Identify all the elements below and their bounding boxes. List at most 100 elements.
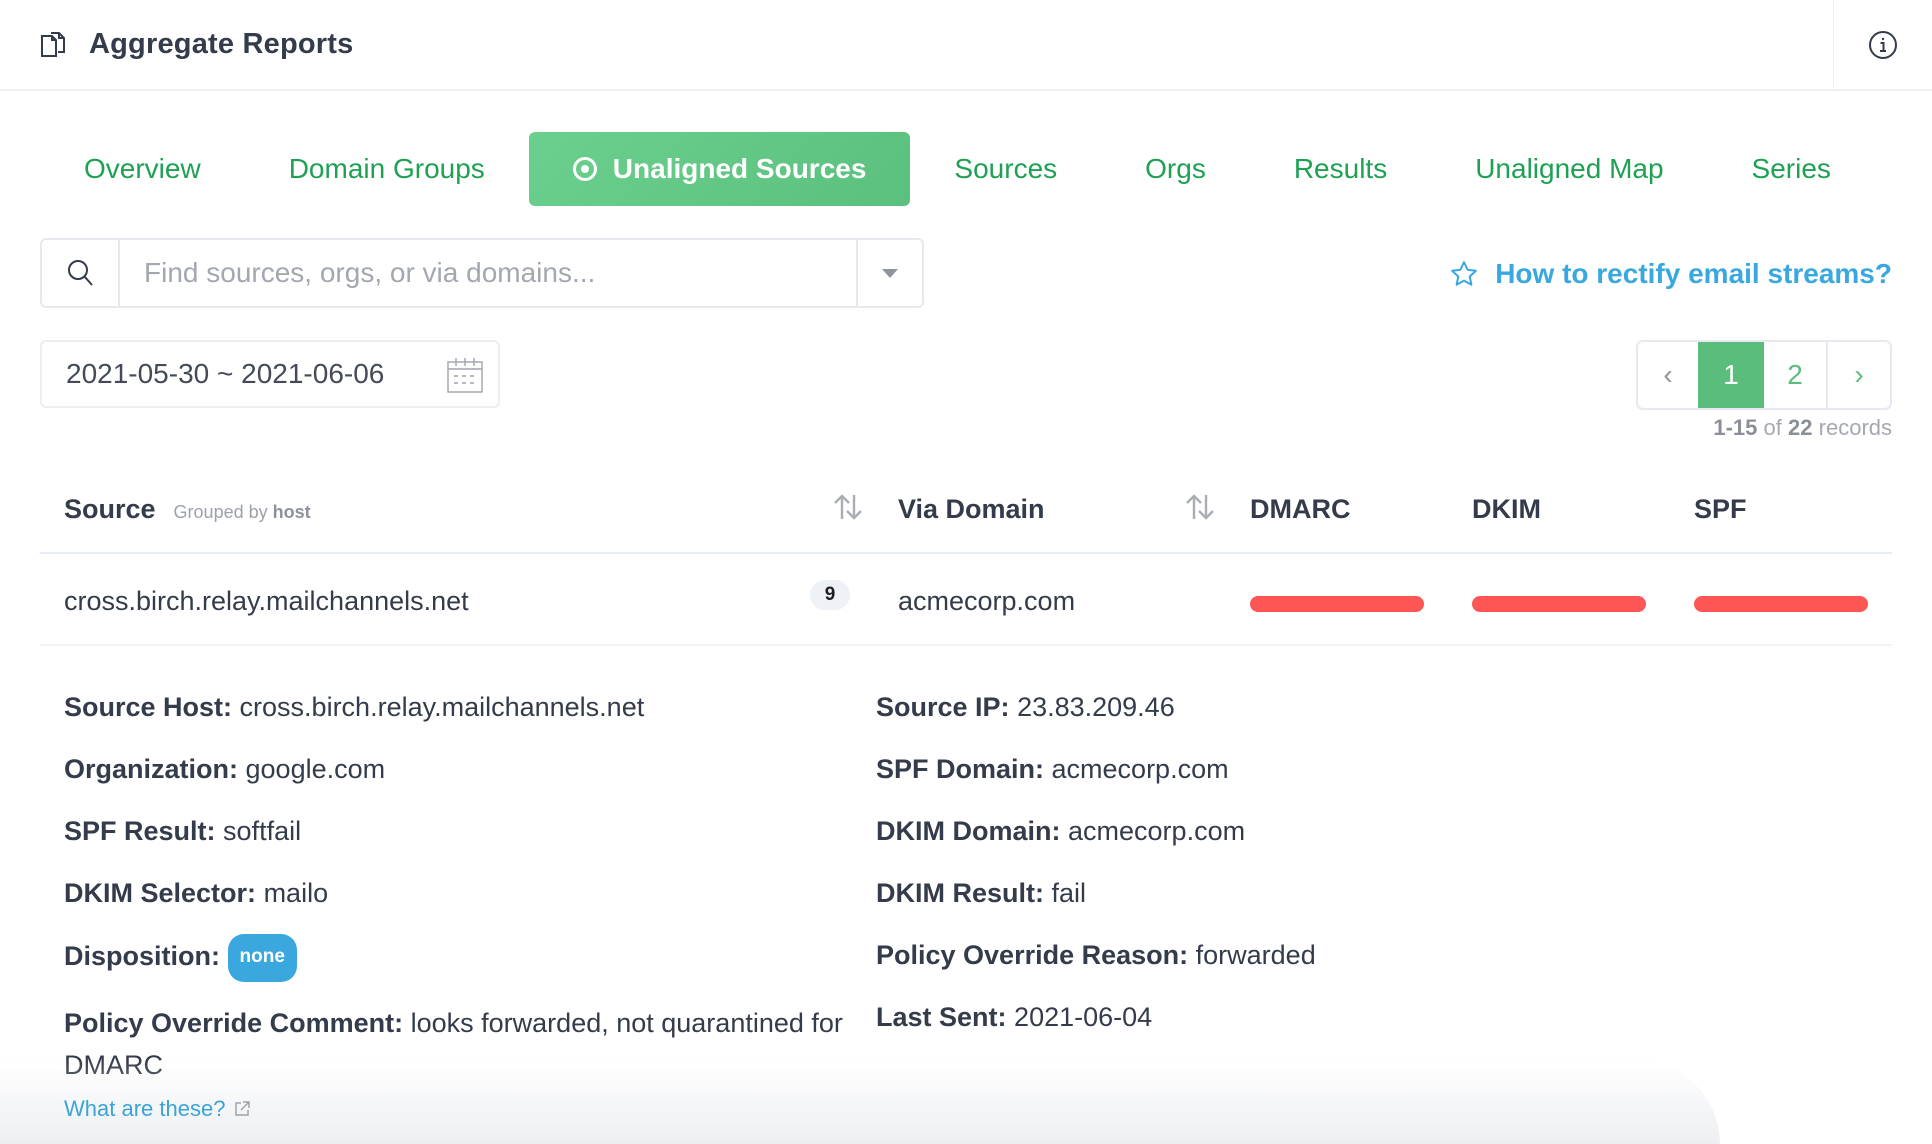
detail-spf-result: SPF Result: softfail bbox=[64, 810, 874, 852]
column-source-label: Source bbox=[64, 494, 156, 524]
records-label: records bbox=[1818, 415, 1892, 440]
tab-label: Results bbox=[1293, 153, 1388, 184]
table-row[interactable]: cross.birch.relay.mailchannels.net 9 acm… bbox=[40, 556, 1892, 646]
detail-policy-override-comment: Policy Override Comment: looks forwarded… bbox=[64, 1002, 874, 1086]
grouped-by-note: Grouped by host bbox=[174, 502, 311, 522]
details-left-column: Source Host: cross.birch.relay.mailchann… bbox=[64, 686, 874, 1106]
info-icon bbox=[1869, 31, 1897, 59]
records-total: 22 bbox=[1788, 415, 1813, 440]
row-count-badge: 9 bbox=[810, 580, 850, 610]
rectify-help-label: How to rectify email streams? bbox=[1495, 258, 1892, 289]
sort-source-icon[interactable] bbox=[832, 492, 864, 522]
tab-label: Sources bbox=[954, 153, 1058, 184]
detail-dkim-selector: DKIM Selector: mailo bbox=[64, 872, 874, 914]
search-input[interactable] bbox=[120, 240, 856, 306]
tab-overview[interactable]: Overview bbox=[40, 132, 245, 206]
grouped-by-prefix: Grouped by bbox=[173, 502, 268, 522]
tab-label: Unaligned Map bbox=[1475, 153, 1664, 184]
search-box bbox=[40, 238, 924, 308]
detail-label: Last Sent: bbox=[876, 1002, 1007, 1032]
detail-label: SPF Domain: bbox=[876, 754, 1045, 784]
records-of: of bbox=[1763, 415, 1782, 440]
detail-label: DKIM Result: bbox=[876, 878, 1044, 908]
page-title: Aggregate Reports bbox=[89, 28, 354, 60]
what-are-these-link[interactable]: What are these? bbox=[64, 1096, 251, 1122]
detail-last-sent: Last Sent: 2021-06-04 bbox=[876, 996, 1776, 1038]
detail-label: Source Host: bbox=[64, 692, 233, 722]
search-icon-wrap[interactable] bbox=[42, 240, 120, 306]
records-summary: 1-15 of 22 records bbox=[1713, 415, 1892, 441]
date-range-picker[interactable]: 2021-05-30 ~ 2021-06-06 bbox=[40, 340, 500, 408]
date-range-value: 2021-05-30 ~ 2021-06-06 bbox=[66, 358, 385, 389]
detail-spf-domain: SPF Domain: acmecorp.com bbox=[876, 748, 1776, 790]
detail-label: DKIM Selector: bbox=[64, 878, 257, 908]
detail-source-ip: Source IP: 23.83.209.46 bbox=[876, 686, 1776, 728]
tab-unaligned-sources[interactable]: Unaligned Sources bbox=[528, 132, 911, 206]
row-via-domain: acmecorp.com bbox=[898, 586, 1076, 616]
column-spf: SPF bbox=[1694, 494, 1747, 524]
tab-label: Overview bbox=[84, 153, 201, 184]
detail-organization: Organization: google.com bbox=[64, 748, 874, 790]
detail-value: 2021-06-04 bbox=[1014, 1002, 1153, 1032]
rectify-help-link[interactable]: How to rectify email streams? bbox=[1449, 258, 1892, 290]
documents-icon bbox=[41, 32, 65, 57]
tab-label: Series bbox=[1751, 153, 1831, 184]
detail-value: 23.83.209.46 bbox=[1017, 692, 1175, 722]
details-right-column: Source IP: 23.83.209.46 SPF Domain: acme… bbox=[876, 686, 1776, 1058]
star-icon bbox=[1451, 261, 1478, 286]
page-1-button[interactable]: 1 bbox=[1698, 342, 1764, 408]
detail-label: Policy Override Reason: bbox=[876, 940, 1189, 970]
detail-label: Organization: bbox=[64, 754, 238, 784]
search-dropdown-toggle[interactable] bbox=[856, 240, 922, 306]
detail-dkim-domain: DKIM Domain: acmecorp.com bbox=[876, 810, 1776, 852]
tab-label: Orgs bbox=[1145, 153, 1206, 184]
sort-via-domain-icon[interactable] bbox=[1184, 492, 1216, 522]
dmarc-status-bar bbox=[1250, 596, 1424, 612]
calendar-icon bbox=[447, 358, 483, 393]
column-dkim: DKIM bbox=[1472, 494, 1541, 524]
detail-value: softfail bbox=[223, 816, 302, 846]
detail-dkim-result: DKIM Result: fail bbox=[876, 872, 1776, 914]
detail-label: Policy Override Comment: bbox=[64, 1008, 404, 1038]
detail-source-host: Source Host: cross.birch.relay.mailchann… bbox=[64, 686, 874, 728]
detail-label: DKIM Domain: bbox=[876, 816, 1061, 846]
tab-label: Unaligned Sources bbox=[612, 153, 867, 184]
pagination: ‹ 1 2 › bbox=[1636, 340, 1892, 410]
detail-value: acmecorp.com bbox=[1051, 754, 1229, 784]
spf-status-bar bbox=[1694, 596, 1868, 612]
column-via-domain[interactable]: Via Domain bbox=[898, 494, 1045, 525]
tab-series[interactable]: Series bbox=[1708, 132, 1875, 206]
search-icon bbox=[68, 260, 93, 286]
tab-label: Domain Groups bbox=[288, 153, 485, 184]
tab-orgs[interactable]: Orgs bbox=[1101, 132, 1250, 206]
disposition-badge: none bbox=[227, 934, 297, 982]
column-dmarc: DMARC bbox=[1250, 494, 1351, 524]
column-source: Source Grouped by host bbox=[64, 494, 311, 525]
dkim-status-bar bbox=[1472, 596, 1646, 612]
tab-sources[interactable]: Sources bbox=[910, 132, 1101, 206]
prev-page-button[interactable]: ‹ bbox=[1638, 342, 1698, 408]
info-button[interactable] bbox=[1833, 0, 1932, 90]
table-header: Source Grouped by host Via Domain DMARC D… bbox=[40, 470, 1892, 554]
what-are-these-label: What are these? bbox=[64, 1096, 226, 1121]
detail-label: Disposition: bbox=[64, 941, 220, 971]
detail-label: SPF Result: bbox=[64, 816, 216, 846]
records-range: 1-15 bbox=[1713, 415, 1758, 440]
detail-value: google.com bbox=[245, 754, 386, 784]
page-header: Aggregate Reports bbox=[0, 0, 1932, 91]
next-page-button[interactable]: › bbox=[1828, 342, 1890, 408]
detail-value: acmecorp.com bbox=[1068, 816, 1246, 846]
tab-results[interactable]: Results bbox=[1250, 132, 1431, 206]
grouped-by-value: host bbox=[272, 502, 311, 522]
report-tabs: Overview Domain Groups Unaligned Sources… bbox=[40, 132, 1875, 206]
detail-policy-override-reason: Policy Override Reason: forwarded bbox=[876, 934, 1776, 976]
detail-value: fail bbox=[1051, 878, 1087, 908]
detail-label: Source IP: bbox=[876, 692, 1010, 722]
detail-value: mailo bbox=[263, 878, 329, 908]
external-link-icon bbox=[235, 1101, 251, 1116]
tab-domain-groups[interactable]: Domain Groups bbox=[245, 132, 529, 206]
row-source: cross.birch.relay.mailchannels.net bbox=[64, 586, 469, 616]
detail-value: cross.birch.relay.mailchannels.net bbox=[239, 692, 645, 722]
tab-unaligned-map[interactable]: Unaligned Map bbox=[1431, 132, 1707, 206]
page-2-button[interactable]: 2 bbox=[1764, 342, 1828, 408]
